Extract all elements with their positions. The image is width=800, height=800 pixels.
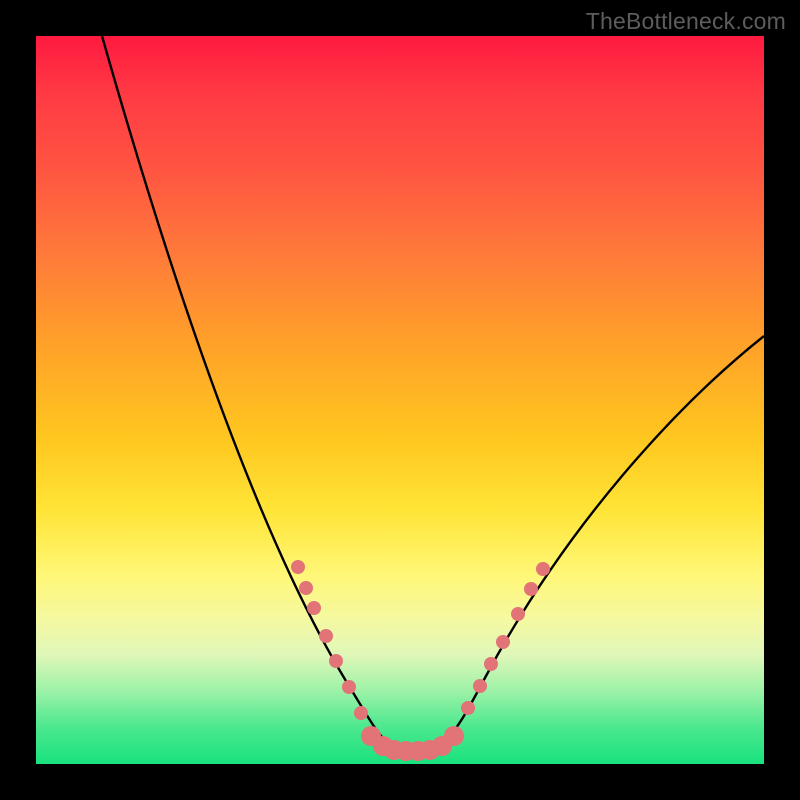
markers-right bbox=[461, 562, 550, 715]
plot-area bbox=[36, 36, 764, 764]
watermark-text: TheBottleneck.com bbox=[586, 8, 786, 35]
marker bbox=[473, 679, 487, 693]
marker bbox=[484, 657, 498, 671]
marker bbox=[496, 635, 510, 649]
marker bbox=[319, 629, 333, 643]
markers-bottom bbox=[361, 726, 464, 761]
marker bbox=[354, 706, 368, 720]
bottleneck-curve bbox=[102, 36, 764, 750]
marker bbox=[511, 607, 525, 621]
marker bbox=[444, 726, 464, 746]
marker bbox=[299, 581, 313, 595]
marker bbox=[342, 680, 356, 694]
marker bbox=[524, 582, 538, 596]
marker bbox=[461, 701, 475, 715]
marker bbox=[307, 601, 321, 615]
chart-svg bbox=[36, 36, 764, 764]
marker bbox=[329, 654, 343, 668]
chart-frame: TheBottleneck.com bbox=[0, 0, 800, 800]
marker bbox=[536, 562, 550, 576]
marker bbox=[291, 560, 305, 574]
